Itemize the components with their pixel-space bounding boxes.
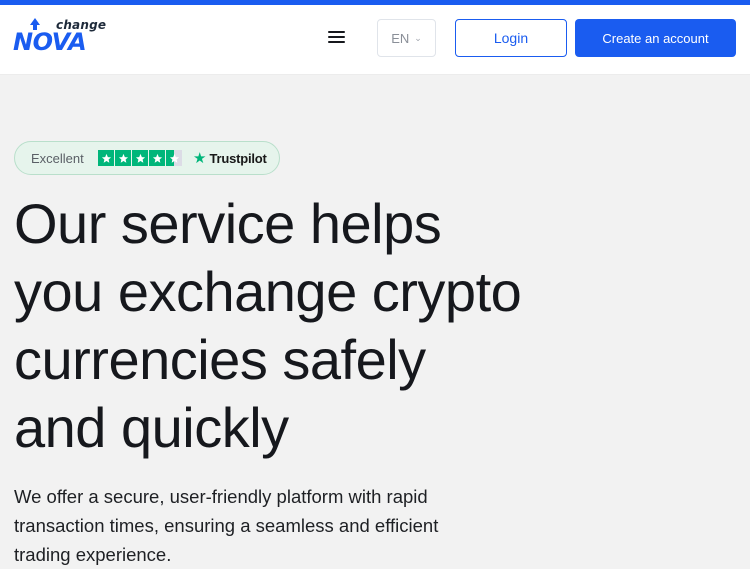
trustpilot-rating-label: Excellent [31, 151, 84, 166]
trustpilot-logo: ★ Trustpilot [193, 150, 267, 167]
star-icon [98, 150, 114, 166]
star-half-icon [166, 150, 182, 166]
hero-title-line: Our service helps [14, 192, 442, 255]
create-account-button[interactable]: Create an account [575, 19, 736, 57]
hero-title-line: you exchange crypto [14, 260, 522, 323]
trustpilot-stars [98, 150, 182, 167]
hero-title-line: currencies safely [14, 328, 426, 391]
hero-title-line: and quickly [14, 396, 289, 459]
star-icon [132, 150, 148, 166]
star-icon [115, 150, 131, 166]
logo-main-text: NOVA [13, 28, 87, 56]
site-header: change NOVA EN ⌄ Login Create an account [0, 5, 750, 75]
login-button[interactable]: Login [455, 19, 567, 57]
hero-title: Our service helps you exchange crypto cu… [14, 190, 734, 462]
hero-subtitle-line: trading experience. [14, 544, 172, 565]
language-selected: EN [391, 30, 410, 46]
hero-subtitle: We offer a secure, user-friendly platfor… [14, 482, 514, 569]
menu-icon[interactable] [327, 29, 347, 45]
trustpilot-star-icon: ★ [193, 150, 207, 167]
hero-subtitle-line: transaction times, ensuring a seamless a… [14, 515, 439, 536]
trustpilot-badge[interactable]: Excellent ★ Trustpilot [14, 141, 280, 175]
trustpilot-brand: Trustpilot [209, 151, 267, 166]
language-select[interactable]: EN ⌄ [377, 19, 436, 57]
logo[interactable]: change NOVA [13, 15, 106, 63]
star-icon [149, 150, 165, 166]
hero-subtitle-line: We offer a secure, user-friendly platfor… [14, 486, 428, 507]
chevron-down-icon: ⌄ [414, 33, 422, 43]
